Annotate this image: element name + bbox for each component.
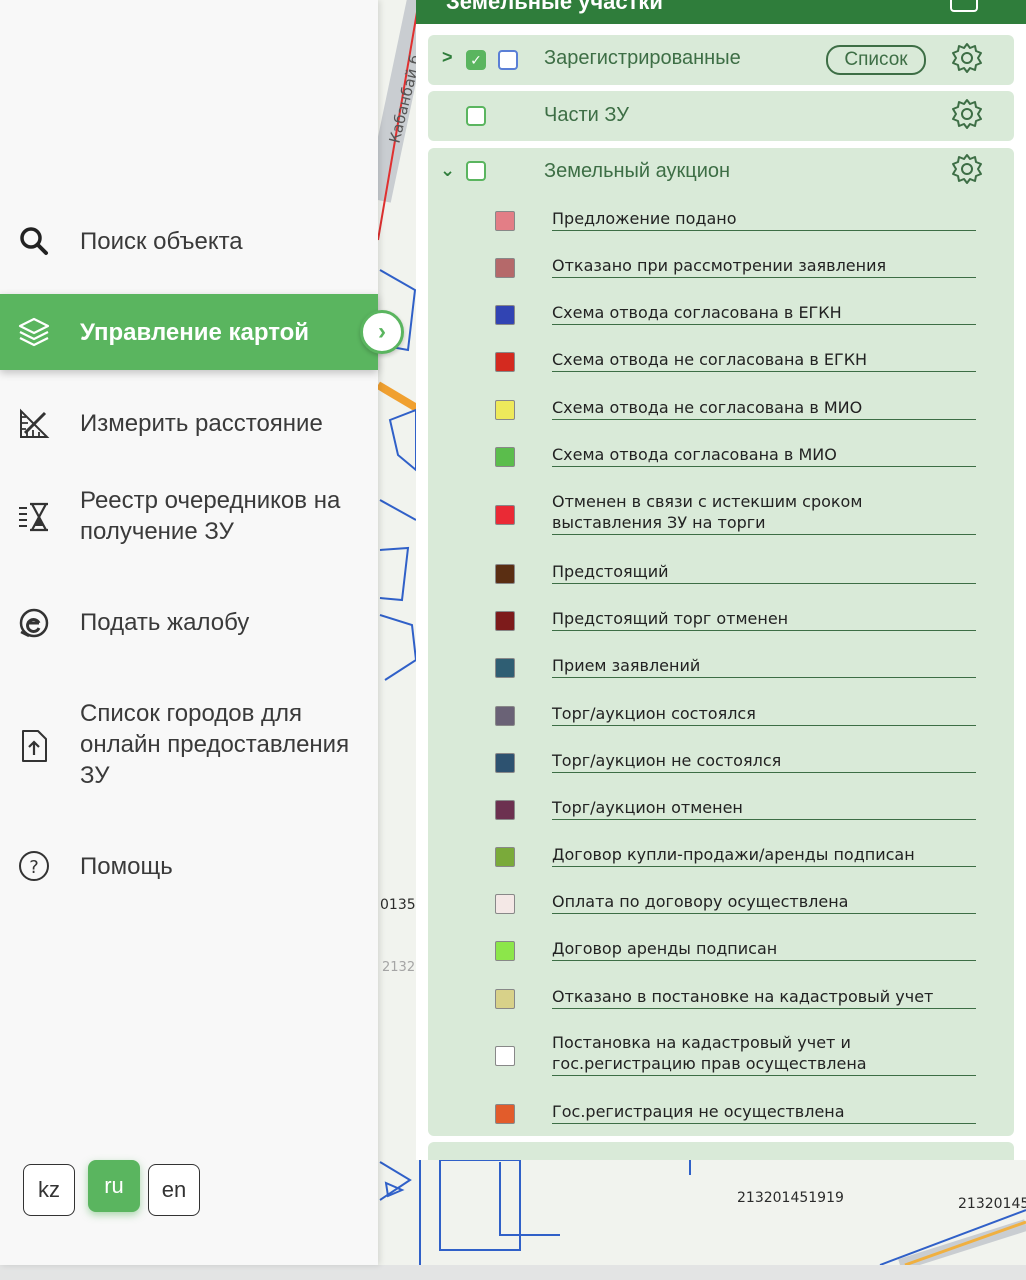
legend-label: Предстоящий торг отменен — [552, 608, 976, 631]
map-parcel-label: 213201451919 — [737, 1190, 844, 1206]
layers-panel: Земельные участки > ✓ Зарегистрированные… — [416, 0, 1026, 1160]
legend-label: Предложение подано — [552, 208, 976, 231]
legend-label: Схема отвода не согласована в ЕГКН — [552, 349, 976, 372]
layer-row-registered: > ✓ Зарегистрированные Список — [428, 35, 1014, 85]
legend-swatch — [495, 941, 515, 961]
complaint-icon — [16, 605, 52, 641]
legend-label: Постановка на кадастровый учет и гос.рег… — [552, 1032, 976, 1076]
legend-swatch — [495, 753, 515, 773]
sidebar-item-search[interactable]: Поиск объекта — [0, 215, 378, 267]
legend-swatch — [495, 1046, 515, 1066]
sidebar-item-complaint[interactable]: Подать жалобу — [0, 597, 378, 649]
legend-label: Отказано в постановке на кадастровый уче… — [552, 986, 976, 1009]
legend-label: Отменен в связи с истекшим сроком выстав… — [552, 491, 976, 535]
legend-label: Предстоящий — [552, 561, 976, 584]
legend-label: Схема отвода не согласована в МИО — [552, 397, 976, 420]
bottom-strip — [0, 1265, 1026, 1280]
legend-swatch — [495, 505, 515, 525]
legend-swatch — [495, 352, 515, 372]
legend-label: Прием заявлений — [552, 655, 976, 678]
lang-button-kz[interactable]: kz — [23, 1164, 75, 1216]
layer-title: Земельный аукцион — [544, 160, 731, 182]
legend-swatch — [495, 400, 515, 420]
help-icon: ? — [16, 848, 52, 884]
legend-label: Торг/аукцион не состоялся — [552, 750, 976, 773]
gear-icon[interactable] — [950, 41, 984, 75]
legend-swatch — [495, 305, 515, 325]
layer-group-auction: ⌄ Земельный аукцион Предложение подано О… — [428, 148, 1014, 1136]
legend-swatch — [495, 894, 515, 914]
layer-checkbox-auction[interactable] — [466, 161, 486, 181]
panel-header: Земельные участки — [416, 0, 1026, 24]
legend-swatch — [495, 564, 515, 584]
layers-icon — [16, 314, 52, 350]
svg-text:?: ? — [29, 857, 39, 878]
sidebar-item-measure[interactable]: Измерить расстояние — [0, 398, 378, 450]
panel-header-toggle[interactable] — [950, 0, 978, 12]
legend-label: Отказано при рассмотрении заявления — [552, 255, 976, 278]
legend-label: Гос.регистрация не осуществлена — [552, 1101, 976, 1124]
legend-label: Схема отвода согласована в МИО — [552, 444, 976, 467]
layer-title: Части ЗУ — [544, 104, 629, 126]
sidebar-item-label: Измерить расстояние — [80, 410, 323, 437]
gear-icon[interactable] — [950, 97, 984, 131]
layer-checkbox-parts[interactable] — [466, 106, 486, 126]
legend-swatch — [495, 658, 515, 678]
legend-swatch — [495, 989, 515, 1009]
sidebar-item-help[interactable]: ? Помощь — [0, 840, 378, 892]
legend-swatch — [495, 447, 515, 467]
legend-swatch — [495, 258, 515, 278]
legend-label: Оплата по договору осуществлена — [552, 891, 976, 914]
legend-swatch — [495, 611, 515, 631]
legend-label: Договор купли-продажи/аренды подписан — [552, 844, 976, 867]
legend-label: Торг/аукцион отменен — [552, 797, 976, 820]
search-icon — [16, 223, 52, 259]
legend-swatch — [495, 1104, 515, 1124]
layer-checkbox-registered-alt[interactable] — [498, 50, 518, 70]
panel-title: Земельные участки — [446, 0, 663, 14]
legend-swatch — [495, 211, 515, 231]
sidebar-item-label: Подать жалобу — [80, 609, 250, 636]
legend-label: Торг/аукцион состоялся — [552, 703, 976, 726]
list-button[interactable]: Список — [826, 45, 926, 75]
ruler-icon — [16, 406, 52, 442]
layer-row-parts: Части ЗУ — [428, 91, 1014, 141]
sidebar-item-queue-registry[interactable]: Реестр очередников на получение ЗУ — [0, 482, 378, 552]
sidebar: Поиск объекта Управление картой Измерить… — [0, 0, 378, 1265]
legend-label: Схема отвода согласована в ЕГКН — [552, 302, 976, 325]
map-parcel-label: 21320145 — [958, 1196, 1026, 1212]
gear-icon[interactable] — [950, 152, 984, 186]
hourglass-list-icon — [16, 499, 52, 535]
upload-document-icon — [16, 728, 52, 764]
expand-panel-button[interactable]: › — [360, 310, 404, 354]
lang-button-ru[interactable]: ru — [88, 1160, 140, 1212]
chevron-down-icon[interactable]: ⌄ — [440, 160, 455, 181]
sidebar-item-label: Реестр очередников на получение ЗУ — [80, 487, 341, 545]
legend-swatch — [495, 847, 515, 867]
sidebar-item-cities-list[interactable]: Список городов для онлайн предоставления… — [0, 696, 378, 796]
sidebar-item-label: Помощь — [80, 853, 173, 880]
layer-checkbox-registered[interactable]: ✓ — [466, 50, 486, 70]
layer-row-next — [428, 1142, 1014, 1160]
map-parcel-label: 2132 — [382, 960, 416, 975]
sidebar-item-label: Список городов для онлайн предоставления… — [80, 700, 350, 789]
lang-button-en[interactable]: en — [148, 1164, 200, 1216]
sidebar-item-label: Управление картой — [80, 319, 310, 346]
legend-swatch — [495, 706, 515, 726]
chevron-right-icon[interactable]: > — [442, 47, 453, 68]
legend-swatch — [495, 800, 515, 820]
legend-label: Договор аренды подписан — [552, 938, 976, 961]
sidebar-item-label: Поиск объекта — [80, 228, 243, 255]
sidebar-item-map-control[interactable]: Управление картой — [0, 294, 378, 370]
layer-title: Зарегистрированные — [544, 47, 741, 69]
